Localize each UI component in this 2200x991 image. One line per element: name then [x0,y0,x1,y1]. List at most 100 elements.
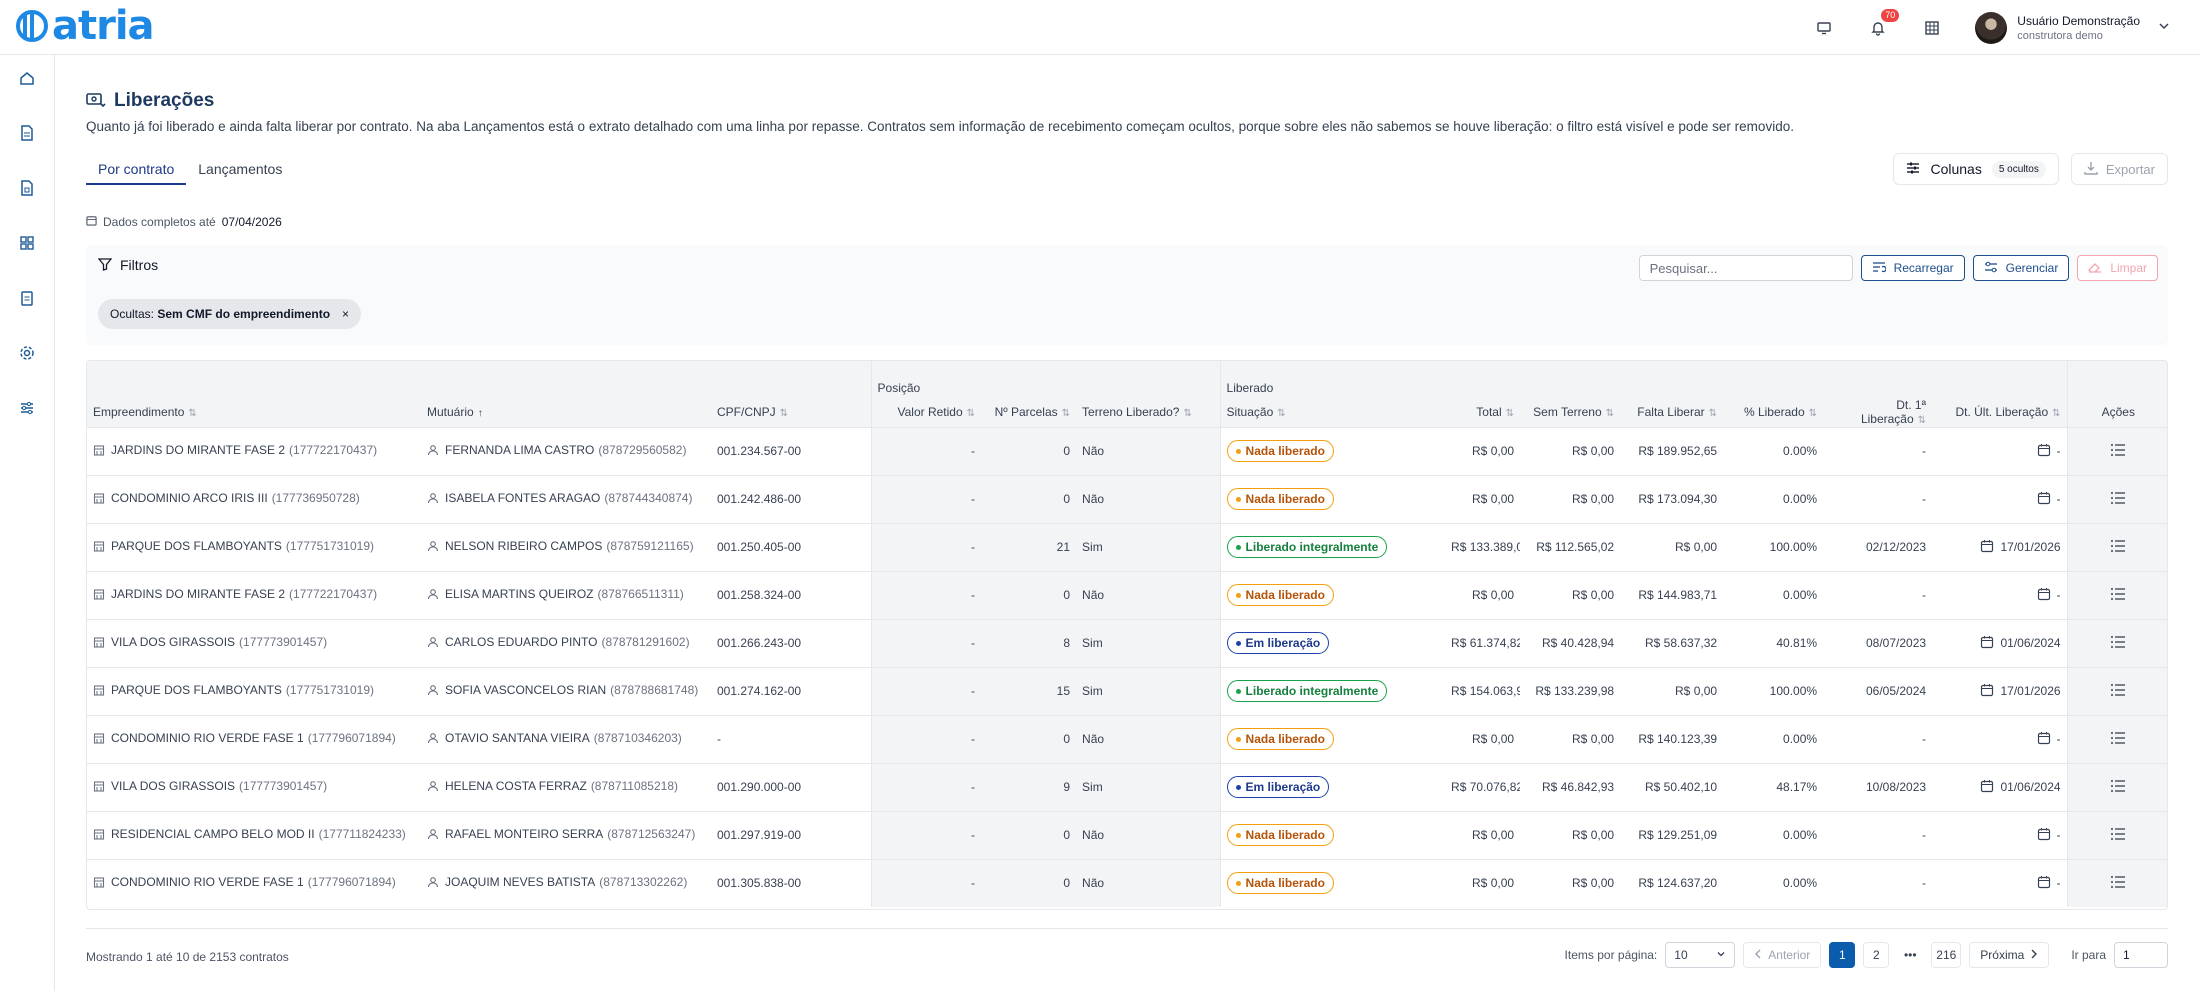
cell-sem-terreno: R$ 46.842,93 [1520,762,1621,811]
user-icon [427,540,439,555]
actions-list-icon[interactable] [2110,779,2126,796]
tab-lancamentos[interactable]: Lançamentos [186,153,294,185]
reload-button[interactable]: Recarregar [1860,255,1965,281]
actions-list-icon[interactable] [2110,587,2126,604]
user-icon [427,492,439,507]
cell-dt-ultima: - [1932,858,2068,907]
table-row[interactable]: CONDOMINIO RIO VERDE FASE 1 (177796071894… [87,858,2167,907]
table-row[interactable]: JARDINS DO MIRANTE FASE 2 (177722170437) F… [87,426,2167,475]
page-1-button[interactable]: 1 [1829,942,1856,968]
actions-list-icon[interactable] [2110,731,2126,748]
col-dt-primeira[interactable]: Dt. 1ª Liberação ⇅ [1823,397,1933,427]
building-icon [93,828,105,843]
manage-button[interactable]: Gerenciar [1972,255,2070,281]
cell-empreendimento: JARDINS DO MIRANTE FASE 2 (177722170437) [87,570,421,619]
items-per-page-select[interactable]: 10 [1665,942,1736,968]
notifications-bell-icon[interactable]: 70 [1867,8,1900,39]
manage-label: Gerenciar [2005,261,2059,275]
calendar-icon[interactable] [2037,875,2051,892]
col-terreno[interactable]: Terreno Liberado? ⇅ [1076,397,1221,427]
cell-acoes [2066,762,2167,811]
col-falta-liberar[interactable]: Falta Liberar ⇅ [1620,397,1724,427]
user-icon [427,828,439,843]
close-icon[interactable]: × [342,307,349,321]
calendar-icon[interactable] [2037,731,2051,748]
cell-sem-terreno: R$ 40.428,94 [1520,618,1621,667]
clear-button[interactable]: Limpar [2077,255,2158,281]
calendar-icon[interactable] [1980,779,1994,796]
report-icon[interactable] [14,175,40,201]
dashboard-icon[interactable] [14,230,40,256]
cell-parcelas: 0 [981,858,1077,907]
sliders-icon[interactable] [14,395,40,421]
goto-page-input[interactable] [2114,942,2168,968]
cell-empreendimento: CONDOMINIO RIO VERDE FASE 1 (177796071894… [87,714,421,763]
settings-gear-icon[interactable] [14,340,40,366]
prev-page-button[interactable]: Anterior [1743,942,1822,968]
cell-situacao: Nada liberado [1219,426,1446,475]
actions-list-icon[interactable] [2110,539,2126,556]
calendar-icon[interactable] [2037,587,2051,604]
actions-list-icon[interactable] [2110,443,2126,460]
document-icon[interactable] [14,120,40,146]
table-row[interactable]: VILA DOS GIRASSOIS (177773901457) CARLOS E… [87,618,2167,667]
monitor-icon[interactable] [1813,17,1835,39]
table-row[interactable]: JARDINS DO MIRANTE FASE 2 (177722170437) E… [87,570,2167,619]
col-pct-liberado[interactable]: % Liberado ⇅ [1723,397,1824,427]
calendar-icon[interactable] [2037,443,2051,460]
col-valor-retido[interactable]: Valor Retido ⇅ [870,397,982,427]
actions-list-icon[interactable] [2110,491,2126,508]
status-badge: Nada liberado [1226,488,1334,510]
clipboard-icon[interactable] [14,285,40,311]
calendar-icon[interactable] [2037,827,2051,844]
manage-sliders-icon [1984,261,1998,276]
columns-button[interactable]: Colunas 5 ocultos [1893,153,2059,185]
search-input[interactable] [1638,255,1853,281]
table-row[interactable]: PARQUE DOS FLAMBOYANTS (177751731019) NELS… [87,522,2167,571]
actions-list-icon[interactable] [2110,635,2126,652]
calendar-icon[interactable] [1980,683,1994,700]
logo[interactable]: atria [14,6,155,46]
cell-terreno: Sim [1076,522,1221,571]
page-last-button[interactable]: 216 [1931,942,1962,968]
export-button[interactable]: Exportar [2070,153,2168,185]
calendar-icon[interactable] [1980,539,1994,556]
next-page-button[interactable]: Próxima [1969,942,2050,968]
actions-list-icon[interactable] [2110,827,2126,844]
actions-list-icon[interactable] [2110,683,2126,700]
home-icon[interactable] [14,65,40,91]
calendar-icon [86,215,97,229]
table-row[interactable]: CONDOMINIO ARCO IRIS III (177736950728) IS… [87,474,2167,523]
tab-por-contrato[interactable]: Por contrato [86,153,187,185]
calendar-icon[interactable] [1980,635,1994,652]
cell-mutuario: OTAVIO SANTANA VIEIRA (878710346203) [421,714,711,763]
user-menu[interactable]: Usuário Demonstração construtora demo [1975,11,2170,44]
cell-falta-liberar: R$ 0,00 [1620,522,1724,571]
cell-dt-ultima: 01/06/2024 [1932,762,2068,811]
col-empreendimento[interactable]: Empreendimento ⇅ [87,397,421,427]
sort-icon: ⇅ [1061,407,1071,419]
col-sem-terreno[interactable]: Sem Terreno ⇅ [1520,397,1621,427]
table-row[interactable]: RESIDENCIAL CAMPO BELO MOD II (1777118242… [87,810,2167,859]
user-org: construtora demo [2017,29,2103,42]
cell-total: R$ 0,00 [1445,570,1521,619]
sort-icon: ⇅ [1183,407,1192,419]
table-row[interactable]: PARQUE DOS FLAMBOYANTS (177751731019) SOFI… [87,666,2167,715]
page-2-button[interactable]: 2 [1863,942,1890,968]
col-parcelas[interactable]: Nº Parcelas ⇅ [981,397,1077,427]
col-mutuario[interactable]: Mutuário ↑ [421,397,711,427]
calendar-icon[interactable] [2037,491,2051,508]
col-cpf[interactable]: CPF/CNPJ ⇅ [711,397,872,427]
cell-dt-ultima: 01/06/2024 [1932,618,2068,667]
actions-list-icon[interactable] [2110,875,2126,892]
col-total[interactable]: Total ⇅ [1445,397,1521,427]
col-dt-ultima[interactable]: Dt. Últ. Liberação ⇅ [1932,397,2068,427]
table-row[interactable]: CONDOMINIO RIO VERDE FASE 1 (177796071894… [87,714,2167,763]
col-situacao[interactable]: Situação ⇅ [1219,397,1446,427]
apps-grid-icon[interactable] [1921,17,1943,39]
cell-acoes [2066,474,2167,523]
table-row[interactable]: VILA DOS GIRASSOIS (177773901457) HELENA C… [87,762,2167,811]
cell-terreno: Não [1076,858,1221,907]
building-icon [93,876,105,891]
cell-falta-liberar: R$ 124.637,20 [1620,858,1724,907]
